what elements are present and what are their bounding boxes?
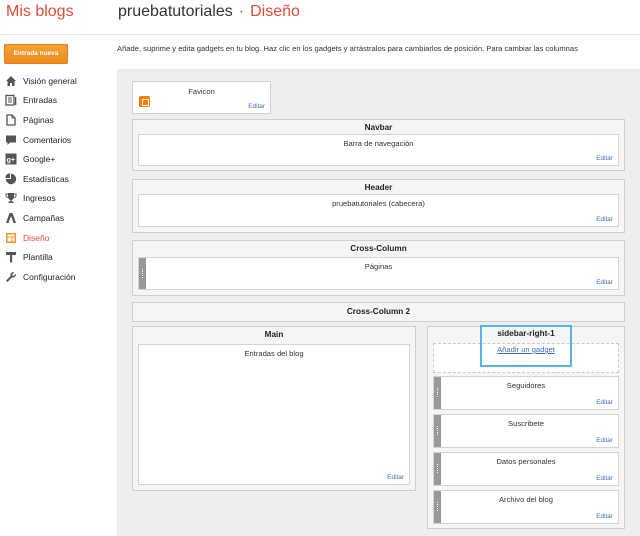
archivo-blog-gadget[interactable]: Archivo del blog Editar — [433, 490, 619, 524]
my-blogs-link[interactable]: Mis blogs — [6, 3, 74, 21]
drag-handle[interactable] — [139, 258, 146, 289]
navbar-gadget[interactable]: Barra de navegación Editar — [138, 134, 619, 166]
header-edit-link[interactable]: Editar — [596, 216, 613, 223]
sidebar-item-label: Estadísticas — [23, 173, 69, 184]
home-icon — [4, 75, 17, 87]
header-section: Header pruebatutoriales (cabecera) Edita… — [132, 179, 625, 233]
add-gadget-link[interactable]: Añadir un gadget — [480, 345, 572, 354]
paginas-edit-link[interactable]: Editar — [596, 279, 613, 286]
stats-icon — [4, 173, 17, 185]
drag-handle[interactable] — [434, 491, 441, 523]
navbar-section: Navbar Barra de navegación Editar — [132, 119, 625, 171]
navbar-section-title: Navbar — [364, 123, 393, 132]
blog-posts-gadget[interactable]: Entradas del blog Editar — [138, 344, 410, 485]
sidebar-item-ingresos[interactable]: Ingresos — [4, 189, 104, 209]
navbar-edit-link[interactable]: Editar — [596, 155, 613, 162]
sidebar-item-entradas[interactable]: Entradas — [4, 91, 104, 111]
sidebar-item-label: Configuración — [23, 271, 76, 282]
posts-icon — [4, 94, 17, 107]
sidebar-item-label: Entradas — [23, 95, 58, 106]
sidebar-item-comentarios[interactable]: Comentarios — [4, 130, 104, 150]
header-divider — [0, 34, 640, 35]
gadget-title: Suscribete — [508, 419, 544, 428]
favicon-gadget[interactable]: Favicon Editar — [132, 81, 271, 114]
drag-handle[interactable] — [434, 415, 441, 447]
paginas-gadget[interactable]: Páginas Editar — [138, 257, 619, 290]
new-post-button[interactable]: Entrada nueva — [4, 44, 68, 64]
sidebar-item-diseno[interactable]: Diseño — [4, 228, 104, 248]
paginas-gadget-title: Páginas — [364, 262, 393, 271]
sidebar-item-estadisticas[interactable]: Estadísticas — [4, 169, 104, 189]
sidebar-item-label: Páginas — [23, 114, 54, 125]
sidebar-item-configuracion[interactable]: Configuración — [4, 267, 104, 287]
drag-handle[interactable] — [434, 377, 441, 409]
sidebar-item-plantilla[interactable]: Plantilla — [4, 247, 104, 267]
breadcrumb-separator: · — [238, 3, 245, 20]
sidebar-right-title: sidebar-right-1 — [497, 329, 555, 338]
trophy-icon — [4, 192, 17, 204]
datos-personales-edit-link[interactable]: Editar — [596, 475, 613, 482]
blog-name[interactable]: pruebatutoriales — [118, 3, 233, 20]
sidebar-item-label: Comentarios — [23, 134, 72, 145]
template-icon — [4, 251, 17, 263]
sidebar-item-googleplus[interactable]: g+ Google+ — [4, 149, 104, 169]
sidebar-item-campanas[interactable]: Campañas — [4, 208, 104, 228]
suscribete-gadget[interactable]: Suscribete Editar — [433, 414, 619, 448]
cross-column-section: Cross-Column Páginas Editar — [132, 240, 625, 296]
suscribete-edit-link[interactable]: Editar — [596, 437, 613, 444]
campaign-icon — [4, 212, 17, 224]
datos-personales-gadget[interactable]: Datos personales Editar — [433, 452, 619, 486]
drag-handle[interactable] — [434, 453, 441, 485]
sidebar-item-label: Google+ — [23, 154, 56, 165]
seguidores-edit-link[interactable]: Editar — [596, 399, 613, 406]
gadget-title: Datos personales — [496, 457, 556, 466]
header-section-title: Header — [364, 183, 393, 192]
sidebar-item-label: Campañas — [23, 212, 65, 223]
gadget-title: Archivo del blog — [498, 495, 554, 504]
svg-text:g+: g+ — [6, 157, 14, 164]
cross-column-section-title: Cross-Column — [350, 244, 407, 253]
section-name: Diseño — [250, 3, 300, 20]
layout-canvas: Favicon Editar Navbar Barra de navegació… — [117, 69, 640, 536]
cross-column-2-section: Cross-Column 2 — [132, 302, 625, 322]
sidebar-right-section: sidebar-right-1 Añadir un gadget Seguido… — [427, 325, 625, 529]
gadget-title: Seguidores — [506, 381, 546, 390]
blog-posts-edit-link[interactable]: Editar — [387, 474, 404, 481]
sidebar-item-label: Visión general — [23, 75, 77, 86]
main-section-title: Main — [264, 330, 284, 339]
blogger-layout-page: Mis blogs pruebatutoriales · Diseño Entrad… — [0, 0, 640, 536]
layout-icon — [4, 232, 17, 244]
pages-icon — [4, 114, 17, 126]
header-gadget[interactable]: pruebatutoriales (cabecera) Editar — [138, 194, 619, 227]
sidebar-item-label: Ingresos — [23, 193, 56, 204]
favicon-edit-link[interactable]: Editar — [248, 103, 265, 110]
sidebar-item-paginas[interactable]: Páginas — [4, 110, 104, 130]
main-section: Main Entradas del blog Editar — [132, 326, 416, 491]
sidebar-item-label: Plantilla — [23, 252, 53, 263]
header-gadget-title: pruebatutoriales (cabecera) — [332, 199, 425, 208]
favicon-title: Favicon — [188, 87, 215, 96]
comment-icon — [4, 134, 17, 146]
navbar-gadget-title: Barra de navegación — [343, 139, 414, 148]
layout-instructions: Añade, suprime y edita gadgets en tu blo… — [117, 44, 578, 53]
sidebar-nav: Visión general Entradas Páginas Comentar… — [4, 71, 104, 287]
sidebar-item-label: Diseño — [23, 232, 50, 243]
blog-breadcrumb: pruebatutoriales · Diseño — [118, 3, 300, 21]
wrench-icon — [4, 271, 17, 283]
blog-posts-gadget-title: Entradas del blog — [244, 349, 304, 358]
sidebar-item-vision-general[interactable]: Visión general — [4, 71, 104, 91]
blogger-icon — [139, 96, 150, 107]
cross-column-2-title: Cross-Column 2 — [346, 307, 411, 316]
seguidores-gadget[interactable]: Seguidores Editar — [433, 376, 619, 410]
archivo-blog-edit-link[interactable]: Editar — [596, 513, 613, 520]
googleplus-icon: g+ — [4, 153, 17, 165]
